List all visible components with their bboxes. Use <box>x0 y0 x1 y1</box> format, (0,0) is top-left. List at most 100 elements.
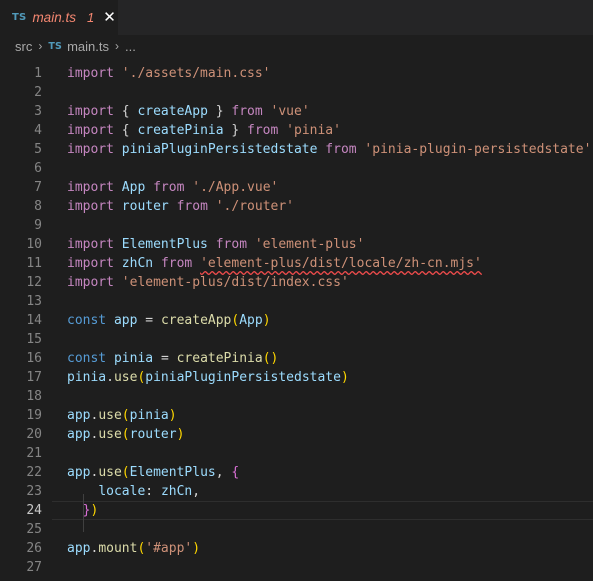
code-token: from <box>153 180 185 195</box>
line-number: 27 <box>26 560 42 575</box>
code-text: const pinia = createPinia() <box>67 349 278 368</box>
code-line[interactable]: 4 import { createPinia } from 'pinia' <box>0 121 593 140</box>
code-token: router <box>129 427 177 442</box>
code-token: zhCn <box>113 256 161 271</box>
code-line[interactable]: 13 <box>0 292 593 311</box>
breadcrumb-folder[interactable]: src <box>15 39 32 54</box>
code-token: app <box>67 427 91 442</box>
code-line[interactable]: 8 import router from './router' <box>0 197 593 216</box>
code-line[interactable]: 18 <box>0 387 593 406</box>
code-token: locale <box>98 484 146 499</box>
code-token: zhCn <box>160 484 193 499</box>
code-token: { <box>231 465 240 480</box>
code-line[interactable]: 17 pinia.use(piniaPluginPersistedstate) <box>0 368 593 387</box>
code-token: from <box>176 199 208 214</box>
code-line[interactable]: 6 <box>0 159 593 178</box>
code-token: ( <box>121 408 130 423</box>
code-token: ) <box>168 408 177 423</box>
code-token: ) <box>192 541 201 556</box>
code-token: './router' <box>207 199 294 214</box>
code-token: ( <box>121 427 130 442</box>
code-line[interactable]: 24 }) <box>0 501 593 520</box>
code-token: } <box>207 104 232 119</box>
code-token: piniaPluginPersistedstate <box>145 370 341 385</box>
code-line[interactable]: 22 app.use(ElementPlus, { <box>0 463 593 482</box>
breadcrumb-symbols[interactable]: ... <box>125 39 136 54</box>
code-token: () <box>262 351 279 366</box>
line-number: 12 <box>26 275 42 290</box>
code-line[interactable]: 11 import zhCn from 'element-plus/dist/lo… <box>0 254 593 273</box>
line-number: 24 <box>26 503 42 518</box>
code-line[interactable]: 21 <box>0 444 593 463</box>
code-text: import piniaPluginPersistedstate from 'p… <box>67 140 591 159</box>
code-token: App <box>239 313 263 328</box>
code-token: { <box>113 123 138 138</box>
code-token: import <box>67 237 114 252</box>
breadcrumb-file[interactable]: main.ts <box>67 39 109 54</box>
code-line[interactable]: 9 <box>0 216 593 235</box>
code-line[interactable]: 26 app.mount('#app') <box>0 539 593 558</box>
code-token: app <box>67 465 91 480</box>
code-token: use <box>98 408 122 423</box>
code-token: 'element-plus/dist/index.css' <box>113 275 349 290</box>
code-line[interactable]: 2 <box>0 83 593 102</box>
code-line[interactable]: 20 app.use(router) <box>0 425 593 444</box>
code-token: ) <box>90 503 99 518</box>
close-icon[interactable]: ✕ <box>103 10 116 25</box>
code-line[interactable]: 15 <box>0 330 593 349</box>
code-text: import 'element-plus/dist/index.css' <box>67 273 349 292</box>
line-number: 11 <box>26 256 42 271</box>
code-token: ) <box>340 370 349 385</box>
code-token: use <box>98 427 122 442</box>
code-token: = <box>145 313 161 328</box>
code-text: app.use(ElementPlus, { <box>67 463 239 482</box>
code-line[interactable]: 25 <box>0 520 593 539</box>
code-token: pinia <box>129 408 169 423</box>
code-line[interactable]: 16 const pinia = createPinia() <box>0 349 593 368</box>
code-text: app.use(pinia) <box>67 406 177 425</box>
code-line[interactable]: 5 import piniaPluginPersistedstate from '… <box>0 140 593 159</box>
line-number: 9 <box>34 218 42 233</box>
code-line[interactable]: 10 import ElementPlus from 'element-plus' <box>0 235 593 254</box>
code-token: use <box>113 370 138 385</box>
code-token: : <box>145 484 161 499</box>
code-line[interactable]: 14 const app = createApp(App) <box>0 311 593 330</box>
code-token: mount <box>98 541 138 556</box>
line-number: 7 <box>34 180 42 195</box>
indent-guide <box>83 494 84 532</box>
code-line[interactable]: 12 import 'element-plus/dist/index.css' <box>0 273 593 292</box>
line-number: 25 <box>26 522 42 537</box>
editor-tab-bar: TS main.ts 1 ✕ <box>0 0 593 35</box>
code-text: import App from './App.vue' <box>67 178 278 197</box>
line-number: 8 <box>34 199 42 214</box>
code-token: from <box>247 123 279 138</box>
code-token: . <box>106 370 114 385</box>
code-line[interactable]: 19 app.use(pinia) <box>0 406 593 425</box>
code-token: import <box>67 123 114 138</box>
code-line[interactable]: 7 import App from './App.vue' <box>0 178 593 197</box>
code-token: 'element-plus' <box>247 237 365 252</box>
line-number: 21 <box>26 446 42 461</box>
code-line[interactable]: 1 import './assets/main.css' <box>0 64 593 83</box>
code-editor[interactable]: 1 import './assets/main.css' 2 3 import { cr… <box>0 57 593 577</box>
code-token: const <box>67 351 107 366</box>
code-token: , <box>192 484 201 499</box>
tab-main-ts[interactable]: TS main.ts 1 ✕ <box>0 0 118 35</box>
line-number: 22 <box>26 465 42 480</box>
code-token: import <box>67 180 114 195</box>
code-line[interactable]: 23 locale: zhCn, <box>0 482 593 501</box>
code-token: ) <box>176 427 185 442</box>
code-token: createPinia <box>137 123 224 138</box>
code-line[interactable]: 3 import { createApp } from 'vue' <box>0 102 593 121</box>
code-token: App <box>113 180 154 195</box>
code-text: import router from './router' <box>67 197 294 216</box>
code-text: import zhCn from 'element-plus/dist/loca… <box>67 254 482 273</box>
error-squiggle-token: 'element-plus/dist/locale/zh-cn.mjs' <box>200 256 482 271</box>
code-line[interactable]: 27 <box>0 558 593 577</box>
line-number: 4 <box>34 123 42 138</box>
line-number: 13 <box>26 294 42 309</box>
code-token: import <box>67 142 114 157</box>
code-text: import { createPinia } from 'pinia' <box>67 121 341 140</box>
